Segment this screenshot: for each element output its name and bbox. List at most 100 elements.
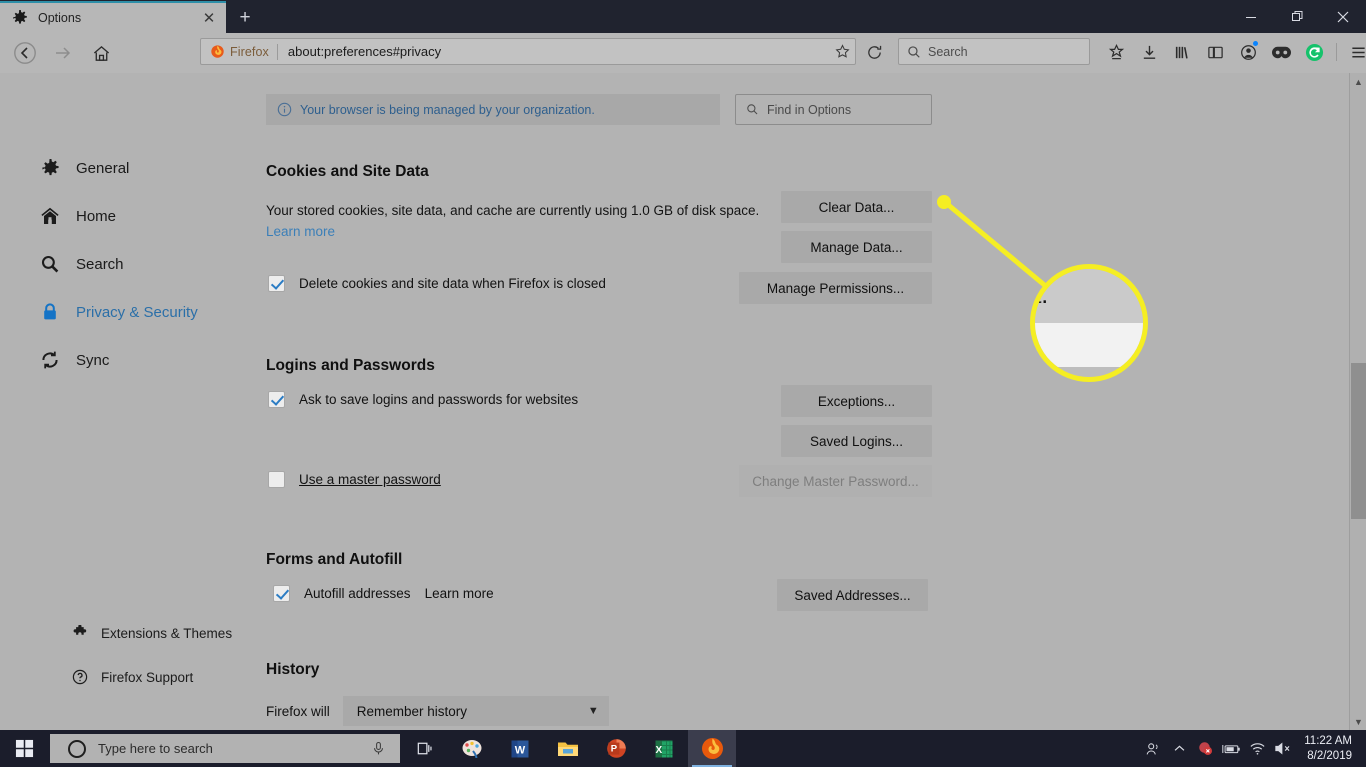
saved-logins-button[interactable]: Saved Logins... xyxy=(781,425,932,457)
history-mode-dropdown[interactable]: Remember history ▼ xyxy=(342,696,609,726)
cookies-learn-more-link[interactable]: Learn more xyxy=(266,224,335,239)
lock-icon xyxy=(38,302,62,322)
sidebar-item-privacy-security[interactable]: Privacy & Security xyxy=(38,297,198,327)
battery-icon[interactable] xyxy=(1218,730,1244,767)
minimize-icon[interactable] xyxy=(1228,0,1274,33)
download-icon[interactable] xyxy=(1133,38,1166,66)
taskbar-clock[interactable]: 11:22 AM 8/2/2019 xyxy=(1296,734,1366,764)
powerpoint-icon[interactable]: P xyxy=(592,730,640,767)
sidebar-item-home[interactable]: Home xyxy=(38,201,116,231)
paint-icon[interactable] xyxy=(448,730,496,767)
sidebar-item-extensions-themes[interactable]: Extensions & Themes xyxy=(70,621,232,645)
sidebar-item-label: General xyxy=(76,159,130,177)
autofill-addresses-checkbox-row[interactable]: Autofill addresses Learn more xyxy=(273,585,494,602)
section-title-cookies: Cookies and Site Data xyxy=(266,163,429,180)
restore-icon[interactable] xyxy=(1274,0,1320,33)
delete-cookies-checkbox[interactable] xyxy=(268,275,285,292)
close-icon[interactable] xyxy=(1320,0,1366,33)
url-text[interactable]: about:preferences#privacy xyxy=(278,44,829,59)
sync-icon xyxy=(38,350,62,370)
browser-tab-options[interactable]: Options ✕ xyxy=(0,1,226,33)
exceptions-button[interactable]: Exceptions... xyxy=(781,385,932,417)
chevron-up-icon[interactable] xyxy=(1166,730,1192,767)
sidebar-icon[interactable] xyxy=(1199,38,1232,66)
use-master-password-checkbox[interactable] xyxy=(268,471,285,488)
notice-text: Your browser is being managed by your or… xyxy=(300,102,595,117)
taskbar-search-placeholder: Type here to search xyxy=(98,741,213,756)
ask-save-logins-checkbox[interactable] xyxy=(268,391,285,408)
tab-title: Options xyxy=(38,11,82,25)
container-mask-icon[interactable] xyxy=(1265,38,1298,66)
manage-data-button[interactable]: Manage Data... xyxy=(781,231,932,263)
svg-text:P: P xyxy=(610,743,617,754)
clear-data-button[interactable]: Clear Data... xyxy=(781,191,932,223)
window-controls xyxy=(1228,0,1366,33)
sidebar-item-label: Search xyxy=(76,255,124,273)
ask-save-logins-checkbox-row[interactable]: Ask to save logins and passwords for web… xyxy=(268,391,578,408)
task-view-icon[interactable] xyxy=(400,730,448,767)
section-title-forms: Forms and Autofill xyxy=(266,551,403,568)
library-icon[interactable] xyxy=(1166,38,1199,66)
sidebar-item-sync[interactable]: Sync xyxy=(38,345,109,375)
pocket-icon[interactable] xyxy=(1100,38,1133,66)
browser-window: Options ✕ + Firefox about:preferences#pr… xyxy=(0,0,1366,767)
delete-cookies-checkbox-row[interactable]: Delete cookies and site data when Firefo… xyxy=(268,275,606,292)
ask-save-logins-label: Ask to save logins and passwords for web… xyxy=(299,392,579,407)
microphone-icon[interactable] xyxy=(371,741,386,756)
gear-icon xyxy=(12,10,28,26)
file-explorer-icon[interactable] xyxy=(544,730,592,767)
back-arrow-icon[interactable] xyxy=(8,36,42,70)
preferences-sidebar: General Home Search Privacy & Security S… xyxy=(0,73,250,730)
delete-cookies-label: Delete cookies and site data when Firefo… xyxy=(299,276,606,291)
url-bar[interactable]: Firefox about:preferences#privacy xyxy=(200,38,856,65)
close-icon[interactable]: ✕ xyxy=(196,5,222,31)
sidebar-item-general[interactable]: General xyxy=(38,153,129,183)
clock-date: 8/2/2019 xyxy=(1307,749,1352,762)
sidebar-item-search[interactable]: Search xyxy=(38,249,124,279)
search-bar[interactable]: Search xyxy=(898,38,1090,65)
wifi-icon[interactable] xyxy=(1244,730,1270,767)
find-placeholder: Find in Options xyxy=(767,102,852,117)
use-master-password-checkbox-row[interactable]: Use a master password xyxy=(268,471,441,488)
sidebar-bottom-label: Firefox Support xyxy=(101,669,194,685)
magnifier-strip-bottom xyxy=(1035,323,1143,367)
notification-badge xyxy=(1253,41,1258,46)
new-tab-button[interactable]: + xyxy=(230,3,260,31)
saved-addresses-button[interactable]: Saved Addresses... xyxy=(777,579,928,611)
cortana-search-box[interactable]: Type here to search xyxy=(50,734,400,763)
sidebar-item-firefox-support[interactable]: Firefox Support xyxy=(70,665,193,689)
puzzle-piece-icon xyxy=(70,625,90,641)
sidebar-bottom-label: Extensions & Themes xyxy=(101,625,233,641)
hamburger-menu-icon[interactable] xyxy=(1342,38,1366,66)
scroll-up-icon[interactable]: ▲ xyxy=(1350,73,1366,90)
home-icon[interactable] xyxy=(84,36,118,70)
find-in-options-input[interactable]: Find in Options xyxy=(735,94,932,125)
autofill-learn-more-link[interactable]: Learn more xyxy=(425,586,494,601)
star-icon[interactable] xyxy=(829,44,855,59)
magnified-clear-data-text: Clear Data. xyxy=(1035,269,1143,323)
scrollbar-thumb[interactable] xyxy=(1351,363,1366,519)
sidebar-item-label: Home xyxy=(76,207,117,225)
word-icon[interactable]: W xyxy=(496,730,544,767)
scroll-down-icon[interactable]: ▼ xyxy=(1350,713,1366,730)
cookies-description-line1: Your stored cookies, site data, and cach… xyxy=(266,203,716,218)
notification-icon[interactable] xyxy=(1192,730,1218,767)
grammarly-icon[interactable] xyxy=(1298,38,1331,66)
identity-box[interactable]: Firefox xyxy=(201,39,277,64)
people-icon[interactable] xyxy=(1140,730,1166,767)
windows-logo-icon[interactable] xyxy=(0,730,48,767)
question-circle-icon xyxy=(70,669,90,685)
use-master-password-label: Use a master password xyxy=(299,472,441,487)
account-icon[interactable] xyxy=(1232,38,1265,66)
autofill-addresses-checkbox[interactable] xyxy=(273,585,290,602)
svg-text:X: X xyxy=(655,745,662,756)
page-scrollbar[interactable]: ▲ ▼ xyxy=(1349,73,1366,730)
reload-icon[interactable] xyxy=(862,40,886,64)
manage-permissions-button[interactable]: Manage Permissions... xyxy=(739,272,932,304)
speaker-muted-icon[interactable] xyxy=(1270,730,1296,767)
magnifier-content: Clear Data. xyxy=(1035,269,1143,367)
excel-icon[interactable]: X xyxy=(640,730,688,767)
cookies-description-line2: space. xyxy=(719,203,760,218)
firefox-icon[interactable] xyxy=(688,730,736,767)
magnifier-callout: Clear Data. xyxy=(1030,264,1148,382)
